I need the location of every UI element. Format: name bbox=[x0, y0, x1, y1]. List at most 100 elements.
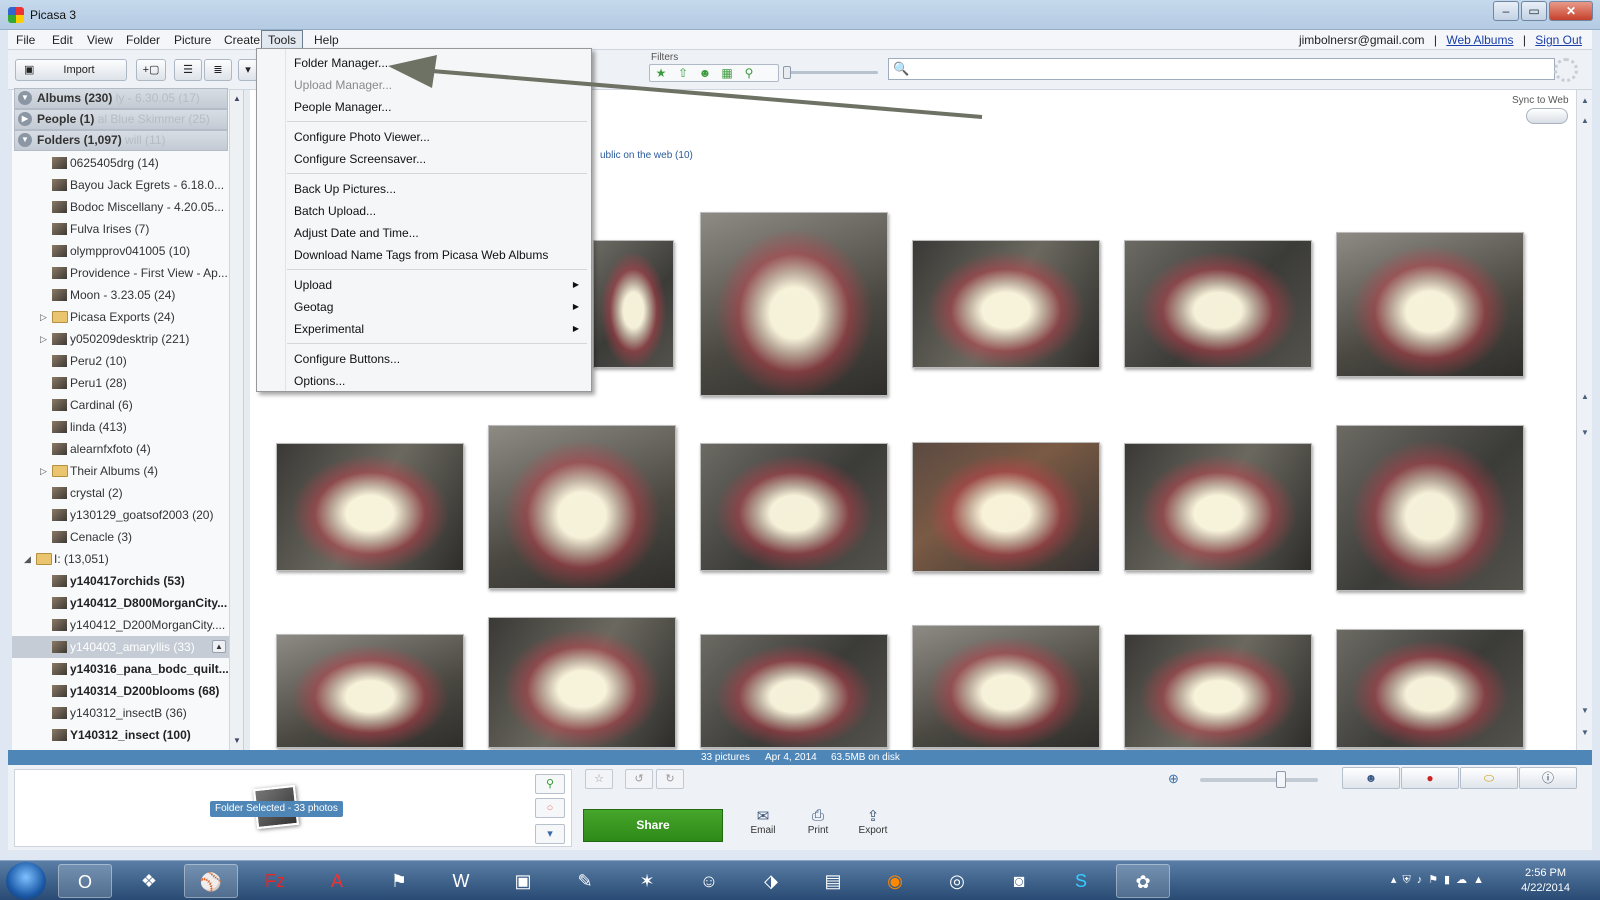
folder-item[interactable]: y130129_goatsof2003 (20) bbox=[12, 504, 230, 526]
scroll-down-icon[interactable]: ▼ bbox=[1579, 726, 1591, 740]
firefox-taskbar-icon[interactable]: ◉ bbox=[868, 864, 922, 898]
public-web-link[interactable]: ublic on the web (10) bbox=[600, 150, 693, 161]
menu-item-back-up-pictures[interactable]: Back Up Pictures... bbox=[257, 178, 591, 200]
rotate-left-icon[interactable]: ↺ bbox=[625, 769, 653, 789]
menu-item-people-manager[interactable]: People Manager... bbox=[257, 96, 591, 118]
add-to-album-button[interactable]: +▢ bbox=[136, 59, 166, 81]
minimize-button[interactable]: – bbox=[1493, 1, 1519, 21]
search-input[interactable]: 🔍 bbox=[888, 58, 1555, 80]
albums-section-header[interactable]: ▼ Albums (230) ly - 6.30.05 (17) bbox=[14, 88, 228, 109]
folder-item[interactable]: ▷ Picasa Exports (24) bbox=[12, 306, 230, 328]
app-taskbar-icon[interactable]: ✶ bbox=[620, 864, 674, 898]
collapse-icon[interactable]: ▼ bbox=[18, 91, 32, 105]
menu-item-options[interactable]: Options... bbox=[257, 370, 591, 392]
menu-tools[interactable]: Tools bbox=[261, 30, 304, 50]
folder-item[interactable]: olympprov041005 (10) bbox=[12, 240, 230, 262]
menu-item-upload[interactable]: Upload ▶ bbox=[257, 274, 591, 296]
photo-thumbnail[interactable] bbox=[1124, 240, 1312, 368]
folder-item[interactable]: Cardinal (6) bbox=[12, 394, 230, 416]
collapse-arrow-icon[interactable]: ◢ bbox=[24, 548, 31, 570]
photo-thumbnail[interactable] bbox=[912, 240, 1100, 368]
skype-taskbar-icon[interactable]: S bbox=[1054, 864, 1108, 898]
photo-thumbnail[interactable] bbox=[700, 634, 888, 748]
scroll-up-icon[interactable]: ▲ bbox=[231, 92, 243, 106]
folder-item-selected[interactable]: y140403_amaryllis (33) ▲ bbox=[12, 636, 230, 658]
list-view-button[interactable]: ☰ bbox=[174, 59, 202, 81]
star-icon[interactable]: ☆ bbox=[585, 769, 613, 789]
scroll-down-icon[interactable]: ▼ bbox=[231, 734, 243, 748]
pin-icon[interactable]: ⚲ bbox=[535, 774, 565, 794]
dropbox-taskbar-icon[interactable]: ❖ bbox=[122, 864, 176, 898]
windows-start-icon[interactable] bbox=[6, 862, 46, 900]
maximize-button[interactable]: ▭ bbox=[1521, 1, 1547, 21]
app-taskbar-icon[interactable]: ✎ bbox=[558, 864, 612, 898]
tags-button[interactable]: ⬭ bbox=[1460, 767, 1518, 789]
folder-item[interactable]: y140412_D200MorganCity.... bbox=[12, 614, 230, 636]
app-taskbar-icon[interactable]: ⚾ bbox=[184, 864, 238, 898]
photo-thumbnail[interactable] bbox=[276, 443, 464, 571]
photo-thumbnail[interactable] bbox=[912, 625, 1100, 748]
expand-arrow-icon[interactable]: ▷ bbox=[40, 306, 47, 328]
scroll-up-icon[interactable]: ▲ bbox=[1579, 114, 1591, 128]
tree-view-button[interactable]: ≣ bbox=[204, 59, 232, 81]
folders-section-header[interactable]: ▼ Folders (1,097) will (11) bbox=[14, 130, 228, 151]
thumbnail-size-slider[interactable] bbox=[1200, 771, 1318, 788]
menu-item-configure-photo-viewer[interactable]: Configure Photo Viewer... bbox=[257, 126, 591, 148]
photo-thumbnail[interactable] bbox=[593, 240, 674, 368]
photo-thumbnail[interactable] bbox=[1336, 629, 1524, 748]
camera-taskbar-icon[interactable]: ◙ bbox=[992, 864, 1046, 898]
main-scrollbar[interactable]: ▲ ▲ ▲ ▼ ▼ ▼ bbox=[1576, 90, 1592, 750]
places-button[interactable]: ● bbox=[1401, 767, 1459, 789]
photo-thumbnail[interactable] bbox=[700, 443, 888, 571]
slider-knob[interactable] bbox=[1276, 771, 1286, 788]
explorer-taskbar-icon[interactable]: ▤ bbox=[806, 864, 860, 898]
photo-thumbnail[interactable] bbox=[700, 212, 888, 396]
menu-item-adjust-date-time[interactable]: Adjust Date and Time... bbox=[257, 222, 591, 244]
folder-item[interactable]: alearnfxfoto (4) bbox=[12, 438, 230, 460]
scroll-up-icon[interactable]: ▲ bbox=[1579, 94, 1591, 108]
sign-out-link[interactable]: Sign Out bbox=[1535, 33, 1582, 47]
share-button[interactable]: Share bbox=[583, 809, 723, 842]
menu-create[interactable]: Create bbox=[218, 30, 266, 50]
starred-filter-icon[interactable]: ★ bbox=[650, 65, 672, 81]
close-button[interactable]: ✕ bbox=[1549, 1, 1593, 21]
folder-item[interactable]: Fulva Irises (7) bbox=[12, 218, 230, 240]
menu-view[interactable]: View bbox=[81, 30, 119, 50]
scroll-up-icon[interactable]: ▲ bbox=[1579, 390, 1591, 404]
scroll-down-icon[interactable]: ▼ bbox=[1579, 426, 1591, 440]
folder-item[interactable]: linda (413) bbox=[12, 416, 230, 438]
drive-item[interactable]: ◢ I: (13,051) bbox=[12, 548, 230, 570]
word-taskbar-icon[interactable]: W bbox=[434, 864, 488, 898]
photo-thumbnail[interactable] bbox=[276, 634, 464, 748]
menu-item-configure-screensaver[interactable]: Configure Screensaver... bbox=[257, 148, 591, 170]
geotag-filter-icon[interactable]: ⚲ bbox=[738, 65, 760, 81]
folder-item[interactable]: ▷ Their Albums (4) bbox=[12, 460, 230, 482]
sync-toggle[interactable] bbox=[1526, 108, 1568, 124]
folder-item[interactable]: y140316_pana_bodc_quilt... bbox=[12, 658, 230, 680]
export-button[interactable]: ⇪ Export bbox=[848, 807, 898, 836]
folder-item[interactable]: Providence - First View - Ap... bbox=[12, 262, 230, 284]
movies-filter-icon[interactable]: ▦ bbox=[716, 65, 738, 81]
menu-item-folder-manager[interactable]: Folder Manager... bbox=[257, 52, 591, 74]
upload-icon[interactable]: ▲ bbox=[212, 640, 226, 653]
system-tray-icons[interactable]: ▴⛨♪⚑▮☁▲ bbox=[1391, 873, 1490, 887]
folder-item[interactable]: y140314_D200blooms (68) bbox=[12, 680, 230, 702]
email-button[interactable]: ✉ Email bbox=[738, 807, 788, 836]
import-button[interactable]: ▣ Import bbox=[15, 59, 127, 81]
people-section-header[interactable]: ▶ People (1) al Blue Skimmer (25) bbox=[14, 109, 228, 130]
menu-item-geotag[interactable]: Geotag ▶ bbox=[257, 296, 591, 318]
menu-item-experimental[interactable]: Experimental ▶ bbox=[257, 318, 591, 340]
folder-item[interactable]: y140417orchids (53) bbox=[12, 570, 230, 592]
photo-thumbnail[interactable] bbox=[1124, 634, 1312, 748]
menu-picture[interactable]: Picture bbox=[168, 30, 217, 50]
menu-item-batch-upload[interactable]: Batch Upload... bbox=[257, 200, 591, 222]
photo-thumbnail[interactable] bbox=[1336, 232, 1524, 377]
photo-thumbnail[interactable] bbox=[488, 425, 676, 589]
folder-item[interactable]: ▷ y050209desktrip (221) bbox=[12, 328, 230, 350]
menu-item-configure-buttons[interactable]: Configure Buttons... bbox=[257, 348, 591, 370]
expand-icon[interactable]: ▶ bbox=[18, 112, 32, 126]
folder-item[interactable]: Bodoc Miscellany - 4.20.05... bbox=[12, 196, 230, 218]
print-button[interactable]: ⎙ Print bbox=[793, 807, 843, 836]
folder-item[interactable]: Y140312_insect (100) bbox=[12, 724, 230, 746]
system-clock[interactable]: 2:56 PM 4/22/2014 bbox=[1521, 866, 1570, 896]
